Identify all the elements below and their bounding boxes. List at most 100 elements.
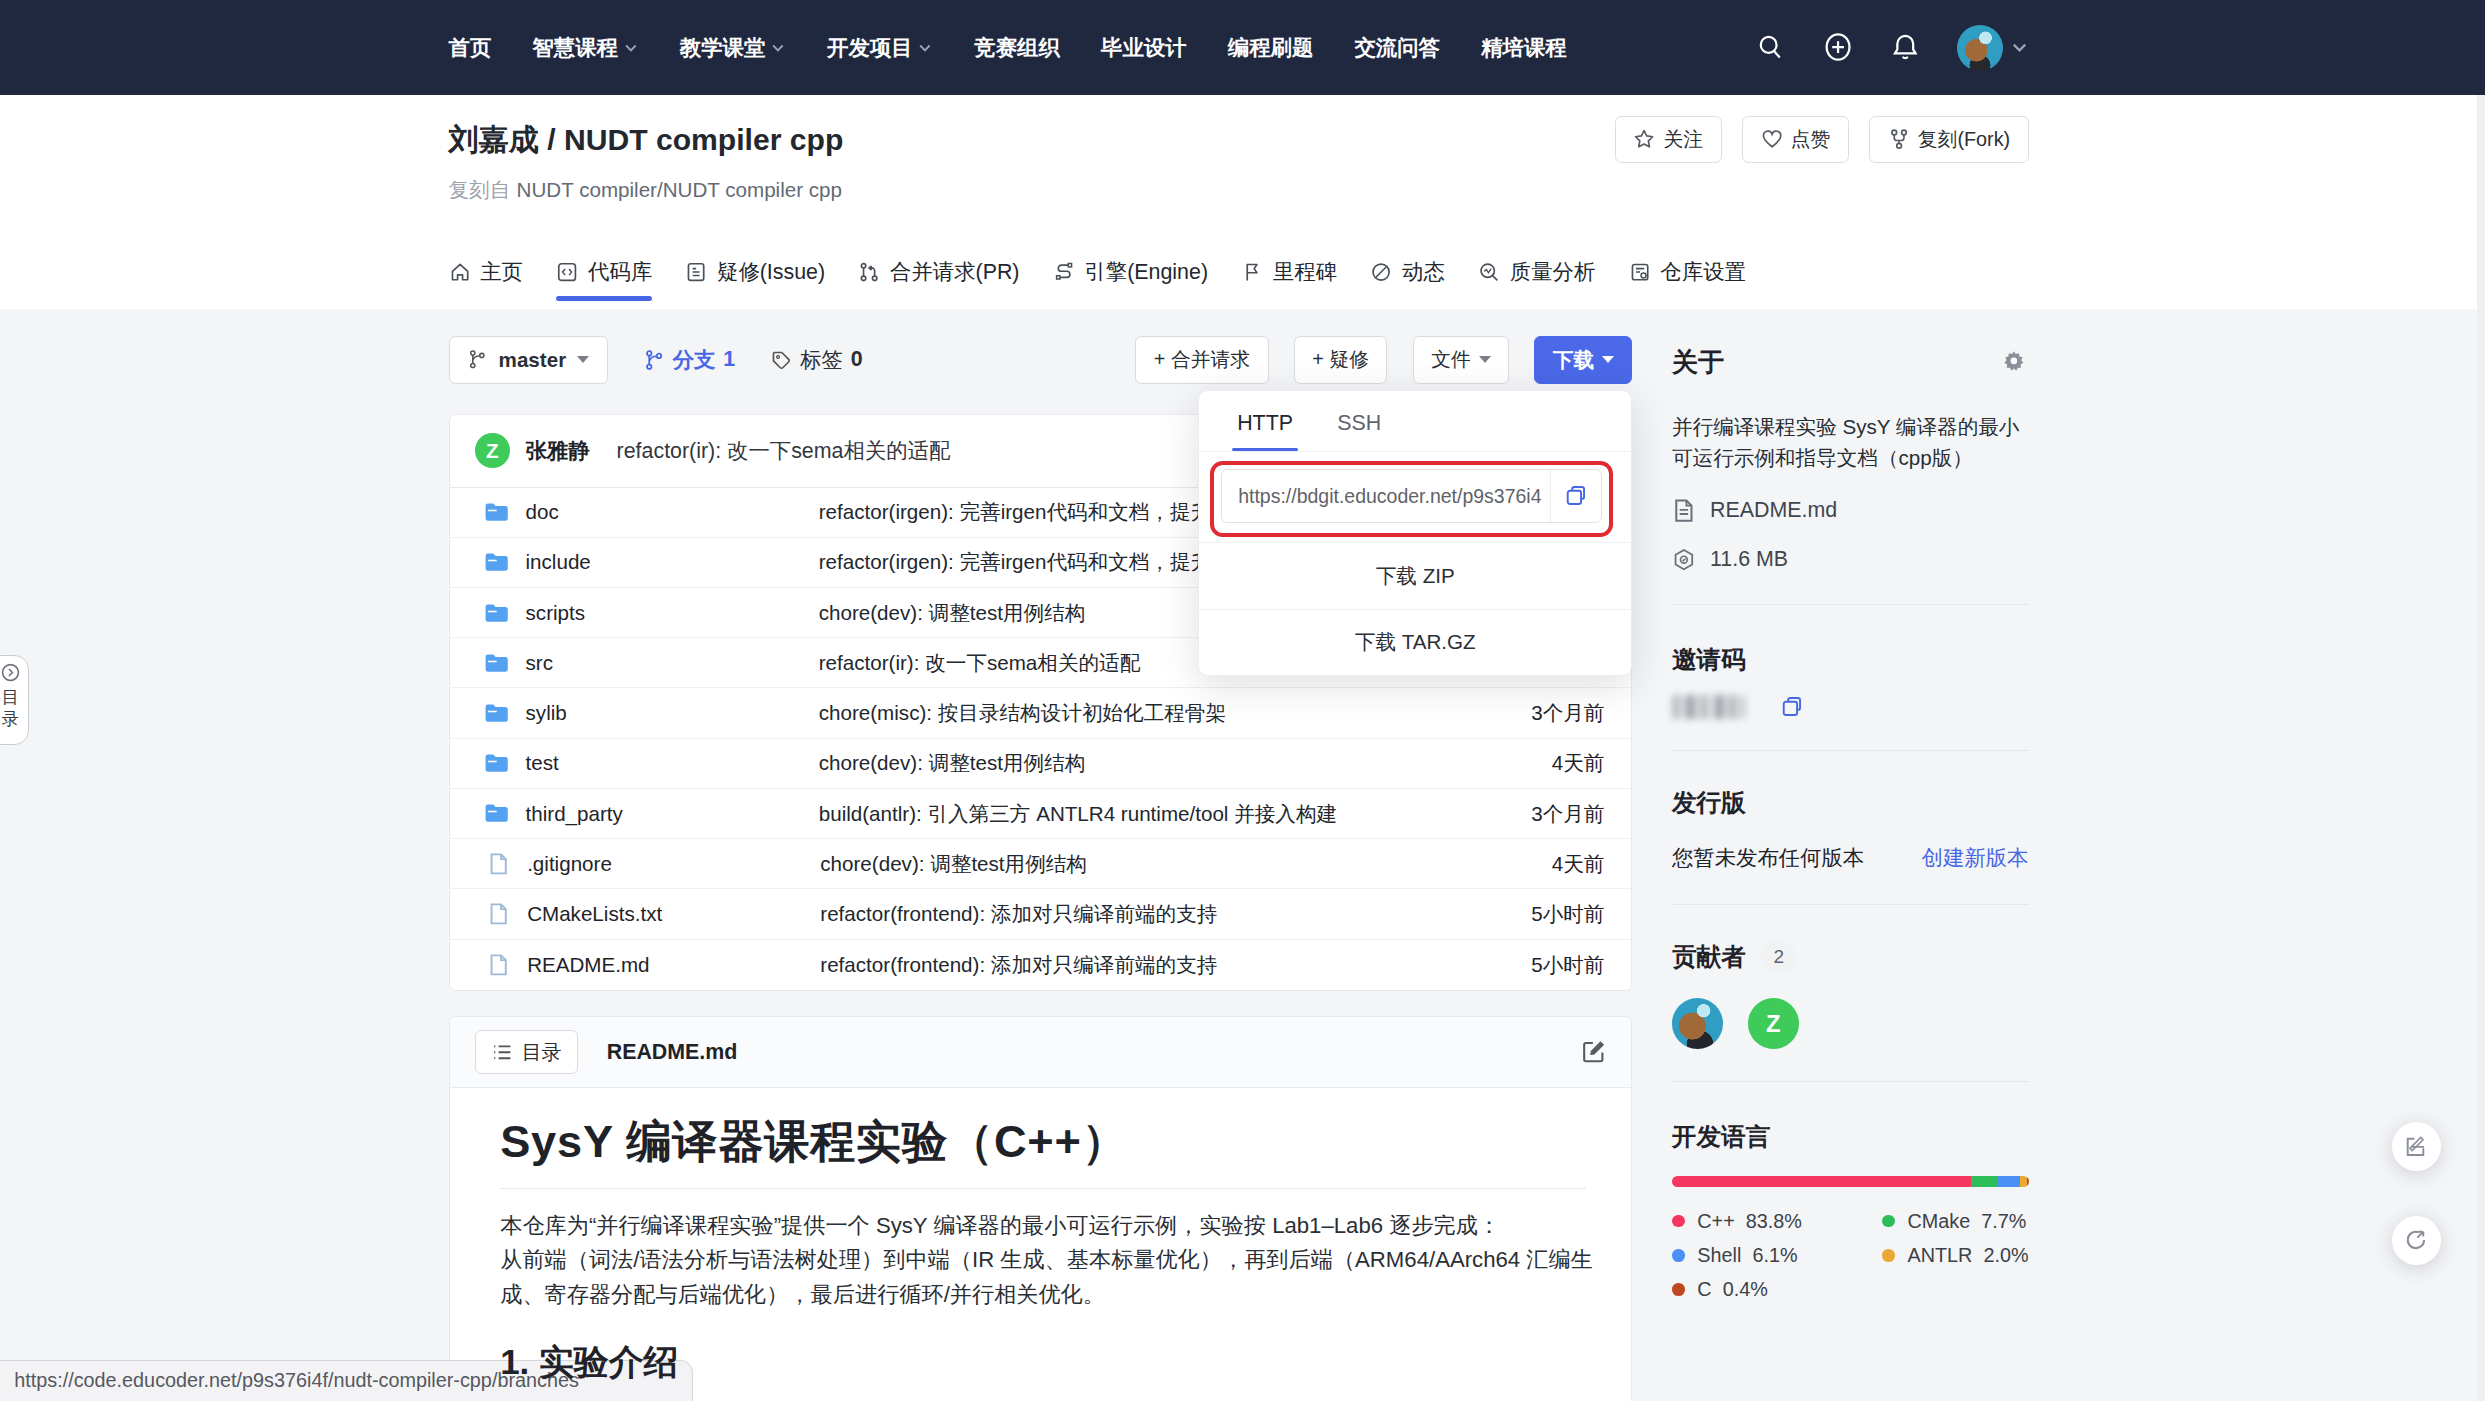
- language-bar: [1672, 1176, 2029, 1187]
- tab-pull-requests[interactable]: 合并请求(PR): [858, 235, 1019, 309]
- tab-code[interactable]: 代码库: [556, 235, 652, 309]
- folder-icon: [484, 602, 509, 624]
- nav-home[interactable]: 首页: [449, 33, 492, 62]
- language-legend: C++ 83.8% Shell 6.1% C 0.4% CMake 7.7% A…: [1672, 1210, 2029, 1301]
- divider: [1672, 1081, 2029, 1082]
- branch-selector[interactable]: master: [449, 336, 608, 384]
- legend-item[interactable]: C 0.4%: [1672, 1278, 1882, 1301]
- tags-link[interactable]: 标签 0: [770, 345, 863, 374]
- table-row[interactable]: third_party build(antlr): 引入第三方 ANTLR4 r…: [450, 789, 1632, 839]
- contributor-avatar[interactable]: [1672, 998, 1723, 1049]
- table-row[interactable]: CMakeLists.txt refactor(frontend): 添加对只编…: [450, 889, 1632, 939]
- chevron-down-icon: [623, 40, 639, 56]
- contributor-avatar[interactable]: Z: [1748, 998, 1799, 1049]
- toc-button[interactable]: 目录: [475, 1030, 578, 1074]
- issue-icon: [685, 261, 707, 283]
- add-icon[interactable]: [1823, 32, 1853, 62]
- table-row[interactable]: sylib chore(misc): 按目录结构设计初始化工程骨架 3个月前: [450, 688, 1632, 738]
- milestone-icon: [1241, 261, 1263, 283]
- nav-coding-practice[interactable]: 编程刷题: [1228, 33, 1314, 62]
- tab-milestones[interactable]: 里程碑: [1241, 235, 1337, 309]
- download-targz[interactable]: 下载 TAR.GZ: [1199, 609, 1631, 676]
- folder-icon: [484, 702, 509, 724]
- clone-url-field: https://bdgit.educoder.net/p9s376i4: [1221, 469, 1601, 523]
- fork-button[interactable]: 复刻(Fork): [1869, 116, 2028, 164]
- tab-issues[interactable]: 疑修(Issue): [685, 235, 825, 309]
- like-button[interactable]: 点赞: [1742, 116, 1849, 164]
- chevron-down-icon: [1479, 356, 1491, 363]
- tab-home[interactable]: 主页: [449, 235, 523, 309]
- main-menu: 首页 智慧课程 教学课堂 开发项目 竞赛组织 毕业设计 编程刷题 交流问答 精培…: [449, 33, 1567, 62]
- legend-item[interactable]: CMake 7.7%: [1882, 1210, 2028, 1233]
- watch-button[interactable]: 关注: [1615, 116, 1722, 164]
- nav-dev-projects[interactable]: 开发项目: [827, 33, 933, 62]
- tab-quality[interactable]: 质量分析: [1478, 235, 1595, 309]
- invite-code-blurred: [1672, 695, 1745, 719]
- download-tab-ssh[interactable]: SSH: [1337, 408, 1381, 450]
- feedback-note-button[interactable]: [2392, 1122, 2441, 1171]
- status-url: https://code.educoder.net/p9s376i4f/nudt…: [14, 1369, 579, 1392]
- download-tab-http[interactable]: HTTP: [1237, 408, 1293, 450]
- nav-training[interactable]: 精培课程: [1481, 33, 1567, 62]
- download-zip[interactable]: 下载 ZIP: [1199, 542, 1631, 609]
- refresh-button[interactable]: [2392, 1216, 2441, 1265]
- folder-icon: [484, 802, 509, 824]
- gear-icon[interactable]: [2002, 349, 2026, 373]
- readme-link[interactable]: README.md: [1672, 498, 2029, 523]
- tag-icon: [770, 349, 792, 371]
- legend-item[interactable]: Shell 6.1%: [1672, 1244, 1882, 1267]
- fork-icon: [1888, 128, 1910, 150]
- nav-graduation[interactable]: 毕业设计: [1101, 33, 1187, 62]
- commit-author[interactable]: 张雅静: [526, 436, 590, 465]
- nav-smart-courses[interactable]: 智慧课程: [532, 33, 638, 62]
- copy-url-button[interactable]: [1550, 470, 1601, 522]
- search-icon[interactable]: [1756, 33, 1785, 62]
- legend-item[interactable]: ANTLR 2.0%: [1882, 1244, 2028, 1267]
- new-issue-button[interactable]: + 疑修: [1294, 336, 1388, 384]
- notifications-icon[interactable]: [1891, 32, 1920, 62]
- chevron-down-icon: [2010, 38, 2029, 57]
- table-row[interactable]: .gitignore chore(dev): 调整test用例结构 4天前: [450, 839, 1632, 889]
- lang-seg-cpp: [1672, 1176, 1971, 1187]
- quality-analysis-icon: [1478, 261, 1500, 283]
- legend-item[interactable]: C++ 83.8%: [1672, 1210, 1882, 1233]
- about-title: 关于: [1672, 345, 2029, 380]
- create-release-link[interactable]: 创建新版本: [1922, 843, 2029, 872]
- download-button[interactable]: 下载: [1534, 336, 1632, 384]
- copy-invite-button[interactable]: [1780, 695, 1804, 719]
- divider: [1672, 604, 2029, 605]
- tab-activity[interactable]: 动态: [1370, 235, 1444, 309]
- heart-icon: [1761, 128, 1783, 150]
- files-button[interactable]: 文件: [1413, 336, 1509, 384]
- note-edit-icon: [2404, 1135, 2428, 1159]
- chevron-down-icon: [577, 356, 589, 363]
- tab-settings[interactable]: 仓库设置: [1629, 235, 1746, 309]
- table-row[interactable]: README.md refactor(frontend): 添加对只编译前端的支…: [450, 940, 1632, 990]
- file-icon: [486, 953, 511, 977]
- refresh-arrow-icon: [2404, 1228, 2428, 1252]
- new-pr-button[interactable]: + 合并请求: [1135, 336, 1268, 384]
- scrollbar[interactable]: [2477, 95, 2485, 1401]
- nav-qa[interactable]: 交流问答: [1354, 33, 1440, 62]
- lang-seg-shell: [1998, 1176, 2020, 1187]
- repo-settings-icon: [1629, 261, 1651, 283]
- commit-author-avatar[interactable]: Z: [475, 433, 510, 468]
- table-row[interactable]: test chore(dev): 调整test用例结构 4天前: [450, 739, 1632, 789]
- fork-from: 复刻自NUDT compiler/NUDT compiler cpp: [449, 176, 843, 204]
- clone-url-input[interactable]: https://bdgit.educoder.net/p9s376i4: [1222, 485, 1550, 508]
- toc-tab-label: 目: [2, 687, 19, 708]
- nav-teaching[interactable]: 教学课堂: [680, 33, 786, 62]
- nav-competitions[interactable]: 竞赛组织: [974, 33, 1060, 62]
- edit-icon: [1581, 1039, 1606, 1064]
- tab-engine[interactable]: 引擎(Engine): [1053, 235, 1208, 309]
- folder-icon: [484, 652, 509, 674]
- user-avatar[interactable]: [1957, 25, 2003, 71]
- toc-side-tab[interactable]: 目 录: [0, 655, 29, 745]
- edit-readme-icon[interactable]: [1581, 1039, 1606, 1064]
- activity-icon: [1370, 261, 1392, 283]
- fork-source-repo[interactable]: NUDT compiler/NUDT compiler cpp: [517, 178, 842, 201]
- commit-message[interactable]: refactor(ir): 改一下sema相关的适配: [617, 436, 951, 465]
- folder-icon: [484, 752, 509, 774]
- branches-link[interactable]: 分支 1: [643, 345, 736, 374]
- engine-icon: [1053, 261, 1075, 283]
